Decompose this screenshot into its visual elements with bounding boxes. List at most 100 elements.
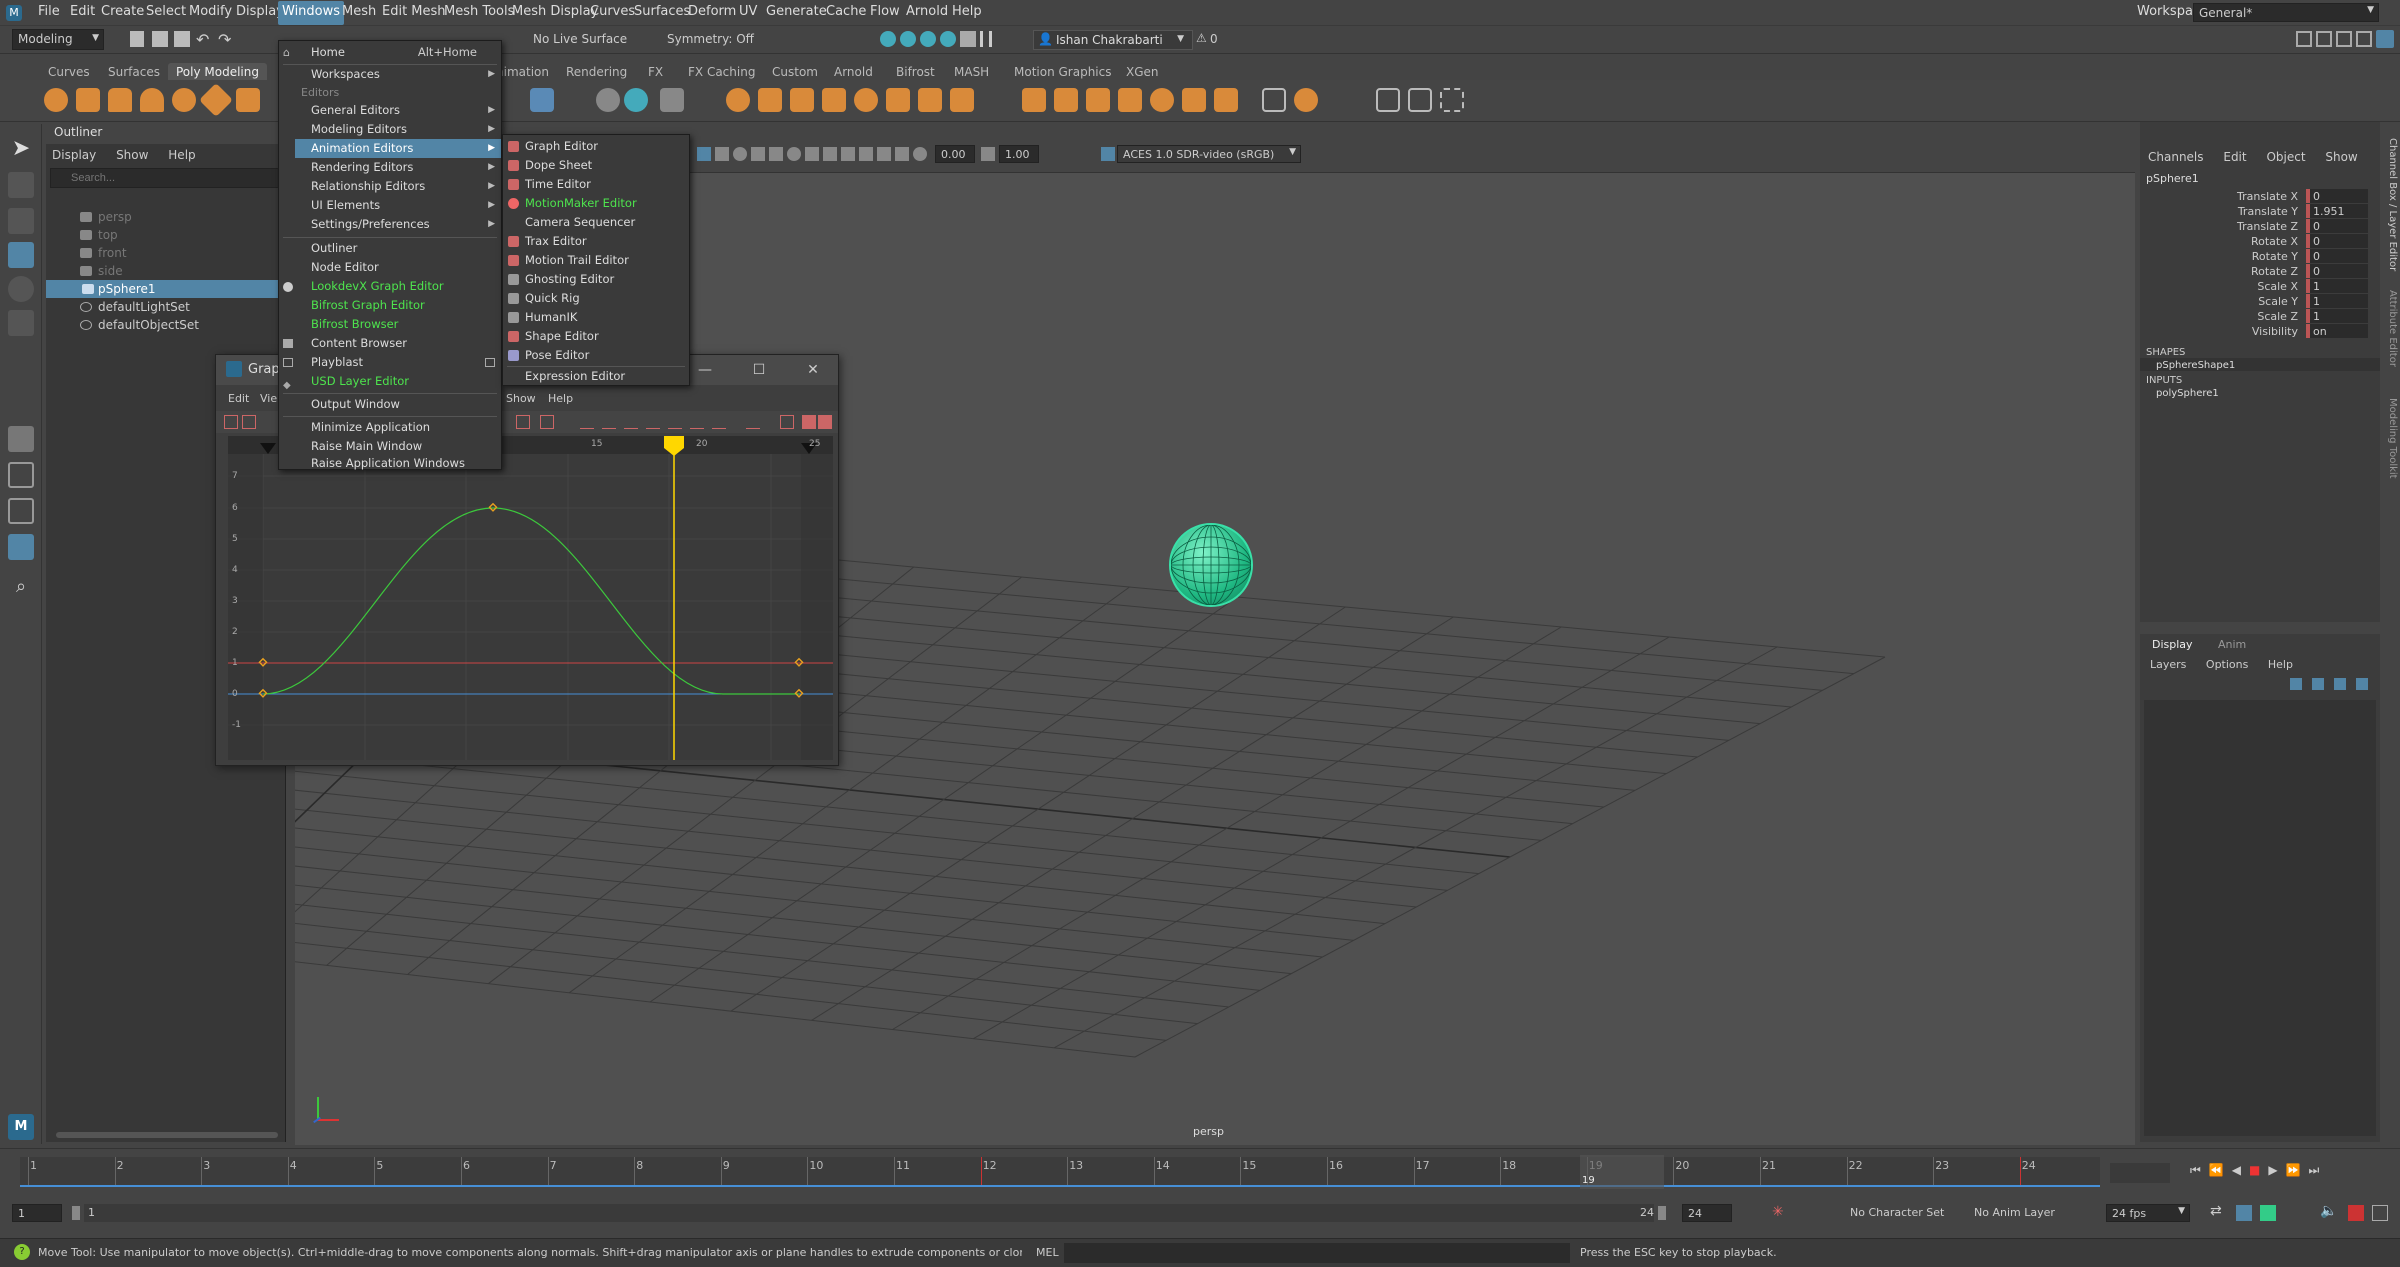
channel-value[interactable]: 0	[2306, 264, 2368, 278]
exposure-icon[interactable]	[913, 147, 927, 161]
modeling-toolkit-icon[interactable]	[2296, 31, 2312, 47]
channel-value[interactable]: 0	[2306, 234, 2368, 248]
menu-flow[interactable]: Flow	[866, 4, 904, 19]
outliner-item-side[interactable]: side	[46, 262, 285, 280]
move-key-icon[interactable]	[224, 415, 238, 429]
anim-layer-dropdown[interactable]: No Anim Layer	[1974, 1206, 2055, 1219]
menu-cache[interactable]: Cache	[822, 4, 870, 19]
linear-tangent-icon[interactable]	[624, 415, 638, 429]
fps-dropdown[interactable]: 24 fps ▼	[2106, 1204, 2190, 1222]
menu-arnold[interactable]: Arnold	[902, 4, 952, 19]
submenu-item-expression-editor[interactable]: Expression Editor	[503, 367, 689, 386]
wireframe-icon[interactable]	[715, 147, 729, 161]
scale-tool-icon[interactable]	[8, 310, 34, 336]
undo-icon[interactable]: ↶	[196, 30, 209, 49]
go-to-end-icon[interactable]: ⏭	[2309, 1163, 2328, 1177]
channel-visibility[interactable]: Visibility on	[2140, 324, 2380, 339]
settings-icon[interactable]	[2372, 1205, 2388, 1221]
outliner-item-defaultobjectset[interactable]: defaultObjectSet	[46, 316, 285, 334]
smooth-icon[interactable]	[660, 88, 684, 112]
menu-item-output-window[interactable]: Output Window	[279, 395, 501, 414]
menu-item-node-editor[interactable]: Node Editor	[279, 258, 501, 277]
auto-tangent-icon[interactable]	[712, 415, 726, 429]
workspace-dropdown[interactable]: General* ▼	[2193, 3, 2379, 22]
channel-menu-channels[interactable]: Channels	[2148, 150, 2204, 164]
break-tangent-icon[interactable]	[746, 415, 760, 429]
anim-prefs-icon[interactable]	[2348, 1205, 2364, 1221]
channel-value[interactable]: 1	[2306, 294, 2368, 308]
gamma-field[interactable]: 1.00	[999, 145, 1039, 163]
lasso-tool-icon[interactable]	[8, 172, 34, 198]
stop-icon[interactable]: ■	[2249, 1163, 2268, 1177]
submenu-item-humanik[interactable]: HumanIK	[503, 308, 689, 327]
submenu-item-trax-editor[interactable]: Trax Editor	[503, 232, 689, 251]
poly-cone-icon[interactable]	[140, 88, 164, 112]
play-forward-icon[interactable]: ▶	[2268, 1163, 2285, 1177]
isolate-icon[interactable]	[841, 147, 855, 161]
resolution-gate-icon[interactable]	[895, 147, 909, 161]
outliner-scrollbar[interactable]	[56, 1132, 278, 1138]
open-scene-icon[interactable]	[152, 31, 168, 47]
script-language[interactable]: MEL	[1036, 1246, 1059, 1259]
separate-icon[interactable]	[624, 88, 648, 112]
mirror-icon[interactable]	[1182, 88, 1206, 112]
shelf-tab-mash[interactable]: MASH	[946, 63, 997, 81]
side-tab-channel-box[interactable]: Channel Box / Layer Editor	[2387, 138, 2398, 271]
channel-value[interactable]: 0	[2306, 249, 2368, 263]
render-settings-icon[interactable]	[920, 31, 936, 47]
save-scene-icon[interactable]	[174, 31, 190, 47]
new-layer-icon[interactable]	[2334, 678, 2346, 690]
select-tool-icon[interactable]: ➤	[8, 136, 34, 162]
clamped-tangent-icon[interactable]	[602, 415, 616, 429]
shelf-tab-motion-graphics[interactable]: Motion Graphics	[1006, 63, 1120, 81]
layer-menu-help[interactable]: Help	[2268, 658, 2293, 671]
menu-item-ui-elements[interactable]: UI Elements ▶	[279, 196, 501, 215]
render-icon[interactable]	[880, 31, 896, 47]
reduce-icon[interactable]	[1214, 88, 1238, 112]
menu-item-raise-application-windows[interactable]: Raise Application Windows	[279, 456, 501, 470]
graph-menu-help[interactable]: Help	[548, 392, 573, 405]
shelf-tab-rendering[interactable]: Rendering	[558, 63, 635, 81]
channel-value[interactable]: 1.951	[2306, 204, 2368, 218]
channel-rotate-y[interactable]: Rotate Y 0	[2140, 249, 2380, 264]
submenu-item-graph-editor[interactable]: Graph Editor	[503, 137, 689, 156]
menu-item-animation-editors[interactable]: Animation Editors ▶	[295, 139, 501, 158]
insert-edge-loop-icon[interactable]	[822, 88, 846, 112]
channel-scale-y[interactable]: Scale Y 1	[2140, 294, 2380, 309]
submenu-item-motionmaker-editor[interactable]: MotionMaker Editor	[503, 194, 689, 213]
menu-item-usd-layer-editor[interactable]: ◆ USD Layer Editor	[279, 372, 501, 391]
menu-item-rendering-editors[interactable]: Rendering Editors ▶	[279, 158, 501, 177]
time-slider-track[interactable]	[20, 1157, 2100, 1185]
append-polygon-icon[interactable]	[1054, 88, 1078, 112]
hud-icon[interactable]	[877, 147, 891, 161]
menu-item-general-editors[interactable]: General Editors ▶	[279, 101, 501, 120]
cache-icon[interactable]	[2236, 1205, 2252, 1221]
search-icon[interactable]: ⌕	[8, 574, 34, 600]
maya-home-icon[interactable]: M	[8, 1114, 34, 1140]
aa-icon[interactable]	[823, 147, 837, 161]
frame-all-icon[interactable]	[516, 415, 530, 429]
command-line-input[interactable]	[1064, 1243, 1570, 1263]
outliner-item-persp[interactable]: persp	[46, 208, 285, 226]
user-account[interactable]: 👤 Ishan Chakrabarti ▼	[1033, 30, 1193, 50]
submenu-item-dope-sheet[interactable]: Dope Sheet	[503, 156, 689, 175]
gamma-icon[interactable]	[981, 147, 995, 161]
step-back-key-icon[interactable]: ⏪	[2209, 1163, 2232, 1177]
submenu-item-pose-editor[interactable]: Pose Editor	[503, 346, 689, 365]
poly-disc-icon[interactable]	[236, 88, 260, 112]
shelf-tab-fx[interactable]: FX	[640, 63, 671, 81]
graph-menu-edit[interactable]: Edit	[228, 392, 249, 405]
channel-value[interactable]: 1	[2306, 309, 2368, 323]
outliner-item-top[interactable]: top	[46, 226, 285, 244]
quad-draw-icon[interactable]	[950, 88, 974, 112]
attribute-editor-icon[interactable]	[2316, 31, 2332, 47]
shadows-icon[interactable]	[787, 147, 801, 161]
bridge-icon[interactable]	[758, 88, 782, 112]
color-management-icon[interactable]	[1101, 147, 1115, 161]
display-icon[interactable]	[697, 147, 711, 161]
edge-flow-icon[interactable]	[1408, 88, 1432, 112]
sphere-object[interactable]	[1169, 523, 1253, 607]
channel-value[interactable]: 0	[2306, 189, 2368, 203]
channel-value[interactable]: 0	[2306, 219, 2368, 233]
menu-edit-mesh[interactable]: Edit Mesh	[378, 4, 450, 19]
